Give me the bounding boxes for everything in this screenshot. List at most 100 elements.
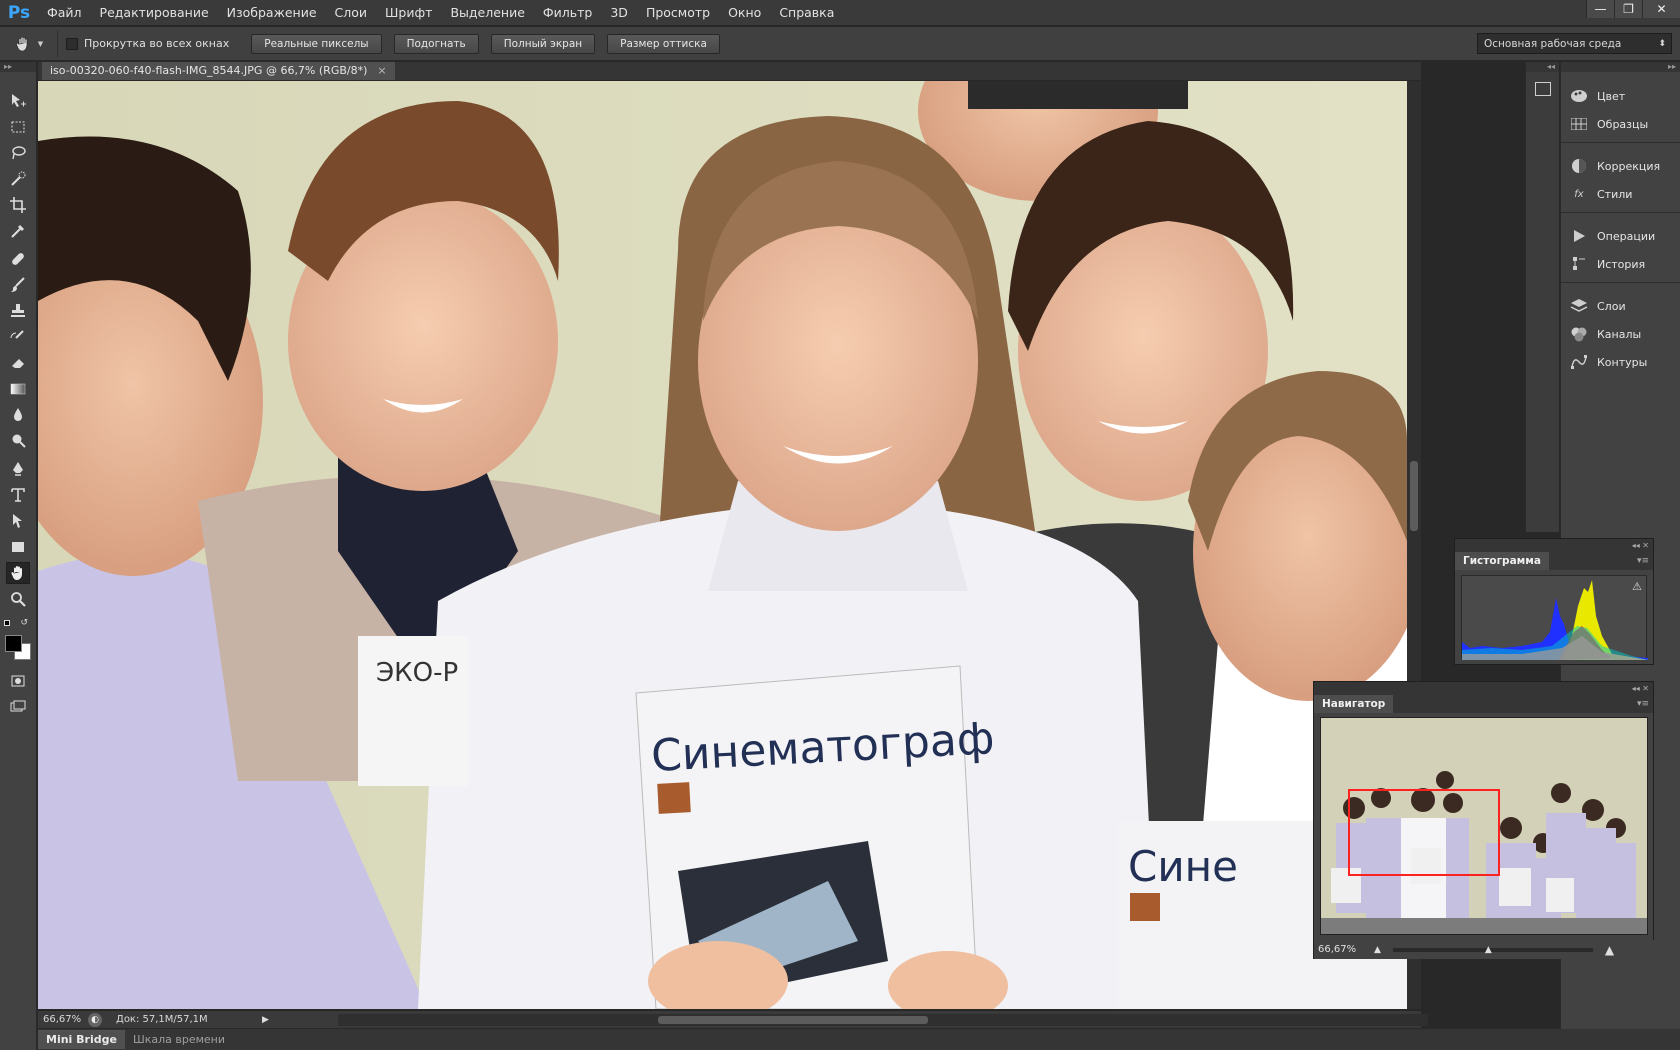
type-tool-icon[interactable]	[6, 484, 30, 506]
quick-mask-icon[interactable]	[6, 670, 30, 692]
horizontal-scroll-thumb[interactable]	[658, 1016, 928, 1024]
eraser-tool-icon[interactable]	[6, 352, 30, 374]
restore-button[interactable]: ❐	[1614, 0, 1642, 18]
workspace-select[interactable]: Основная рабочая среда ⬍	[1477, 33, 1672, 54]
navigator-controls: 66,67% ▲ ▲ ▲	[1314, 940, 1655, 959]
menu-type[interactable]: Шрифт	[376, 0, 441, 26]
clone-stamp-tool-icon[interactable]	[6, 300, 30, 322]
vertical-scroll-thumb[interactable]	[1410, 461, 1418, 531]
panel-collapse-close-icons[interactable]: ◂◂ ✕	[1314, 682, 1653, 695]
dock-item-channels[interactable]: Каналы	[1569, 324, 1641, 344]
move-tool-icon[interactable]	[6, 90, 30, 112]
panel-menu-icon[interactable]: ▾≡	[1637, 699, 1653, 709]
swap-colors-icon[interactable]: ↺	[20, 618, 28, 628]
close-tab-icon[interactable]: ×	[377, 62, 386, 80]
collapse-arrows-icon[interactable]: ◂◂	[1526, 62, 1559, 72]
navigator-thumbnail[interactable]	[1320, 717, 1648, 935]
navigator-panel[interactable]: ◂◂ ✕ Навигатор ▾≡ 66,67% ▲ ▲ ▲	[1313, 681, 1655, 959]
history-brush-tool-icon[interactable]	[6, 326, 30, 348]
status-menu-arrow-icon[interactable]: ▶	[262, 1015, 269, 1025]
zoom-out-icon[interactable]: ▲	[1374, 945, 1381, 955]
quick-select-tool-icon[interactable]	[6, 168, 30, 190]
palette-icon	[1569, 87, 1589, 105]
pen-tool-icon[interactable]	[6, 458, 30, 480]
zoom-in-icon[interactable]: ▲	[1605, 943, 1614, 957]
menu-view[interactable]: Просмотр	[637, 0, 719, 26]
horizontal-scrollbar[interactable]	[338, 1014, 1428, 1026]
close-window-button[interactable]: ✕	[1642, 0, 1680, 18]
photo-image: Синематограф Сине ЭКО-Р	[38, 81, 1407, 1009]
marquee-tool-icon[interactable]	[6, 116, 30, 138]
menu-image[interactable]: Изображение	[218, 0, 326, 26]
box-right-text: Сине	[1128, 842, 1238, 891]
rectangle-tool-icon[interactable]	[6, 536, 30, 558]
eyedropper-tool-icon[interactable]	[6, 220, 30, 242]
dock-item-layers[interactable]: Слои	[1569, 296, 1626, 316]
print-size-button[interactable]: Размер оттиска	[607, 33, 720, 54]
dodge-tool-icon[interactable]	[6, 430, 30, 452]
panel-icon-strip: ◂◂	[1525, 62, 1559, 532]
paths-icon	[1569, 353, 1589, 371]
scroll-all-windows-checkbox[interactable]	[66, 37, 78, 50]
actual-pixels-button[interactable]: Реальные пикселы	[251, 33, 382, 54]
histogram-panel[interactable]: ◂◂ ✕ Гистограмма ▾≡ ⚠	[1454, 538, 1654, 665]
zoom-slider[interactable]: ▲	[1392, 945, 1593, 955]
menu-help[interactable]: Справка	[770, 0, 843, 26]
chevron-down-icon: ▼	[37, 39, 44, 48]
crop-tool-icon[interactable]	[6, 194, 30, 216]
default-colors-icon[interactable]: ↺	[4, 618, 34, 630]
brush-tool-icon[interactable]	[6, 274, 30, 296]
gradient-tool-icon[interactable]	[6, 378, 30, 400]
layers-icon	[1569, 297, 1589, 315]
document-tab[interactable]: iso-00320-060-f40-flash-IMG_8544.JPG @ 6…	[42, 62, 395, 80]
workspace-value: Основная рабочая среда	[1484, 37, 1622, 50]
tool-preset-picker[interactable]: ▼	[0, 30, 58, 57]
collapse-arrows-icon[interactable]: ▸▸	[0, 62, 36, 72]
menu-window[interactable]: Окно	[719, 0, 770, 26]
adjustments-icon	[1569, 157, 1589, 175]
menu-file[interactable]: Файл	[38, 0, 91, 26]
dock-label-color: Цвет	[1597, 89, 1626, 103]
menu-edit[interactable]: Редактирование	[91, 0, 218, 26]
histogram-tab[interactable]: Гистограмма	[1455, 552, 1549, 570]
dock-item-actions[interactable]: Операции	[1569, 226, 1655, 246]
status-zoom-value[interactable]: 66,67%	[38, 1014, 88, 1025]
screen-mode-icon[interactable]	[6, 696, 30, 718]
swatches-icon	[1569, 115, 1589, 133]
menu-select[interactable]: Выделение	[441, 0, 533, 26]
window-controls: — ❐ ✕	[1586, 0, 1680, 18]
menu-3d[interactable]: 3D	[601, 0, 637, 26]
warning-icon[interactable]: ⚠	[1632, 580, 1642, 593]
zoom-tool-icon[interactable]	[6, 588, 30, 610]
healing-brush-tool-icon[interactable]	[6, 248, 30, 270]
options-bar: ▼ Прокрутка во всех окнах Реальные пиксе…	[0, 27, 1680, 61]
dock-item-adjustments[interactable]: Коррекция	[1569, 156, 1660, 176]
lasso-tool-icon[interactable]	[6, 142, 30, 164]
menu-layers[interactable]: Слои	[326, 0, 377, 26]
minimize-button[interactable]: —	[1586, 0, 1614, 18]
tab-timeline[interactable]: Шкала времени	[125, 1030, 233, 1049]
panel-collapse-close-icons[interactable]: ◂◂ ✕	[1455, 539, 1653, 552]
dock-item-swatches[interactable]: Образцы	[1569, 114, 1648, 134]
collapse-arrows-icon[interactable]: ▸▸	[1561, 62, 1680, 72]
fill-screen-button[interactable]: Полный экран	[490, 33, 596, 54]
navigator-tab[interactable]: Навигатор	[1314, 695, 1394, 713]
dock-label-styles: Стили	[1597, 187, 1633, 201]
dock-item-styles[interactable]: fx Стили	[1569, 184, 1632, 204]
dock-item-color[interactable]: Цвет	[1569, 86, 1625, 106]
menu-filter[interactable]: Фильтр	[534, 0, 601, 26]
panel-menu-icon[interactable]: ▾≡	[1637, 556, 1653, 566]
foreground-color-swatch[interactable]	[5, 635, 22, 652]
navigator-zoom-value[interactable]: 66,67%	[1314, 944, 1364, 955]
fit-screen-button[interactable]: Подогнать	[393, 33, 479, 54]
tab-mini-bridge[interactable]: Mini Bridge	[38, 1030, 125, 1049]
zoom-slider-thumb[interactable]: ▲	[1485, 945, 1492, 955]
blur-tool-icon[interactable]	[6, 404, 30, 426]
document-canvas[interactable]: Синематограф Сине ЭКО-Р	[38, 81, 1407, 1009]
properties-icon[interactable]	[1535, 82, 1551, 96]
dock-item-paths[interactable]: Контуры	[1569, 352, 1647, 372]
hand-tool-icon[interactable]	[6, 562, 30, 584]
status-info-icon[interactable]: ◐	[88, 1012, 102, 1027]
path-select-tool-icon[interactable]	[6, 510, 30, 532]
dock-item-history[interactable]: История	[1569, 254, 1645, 274]
